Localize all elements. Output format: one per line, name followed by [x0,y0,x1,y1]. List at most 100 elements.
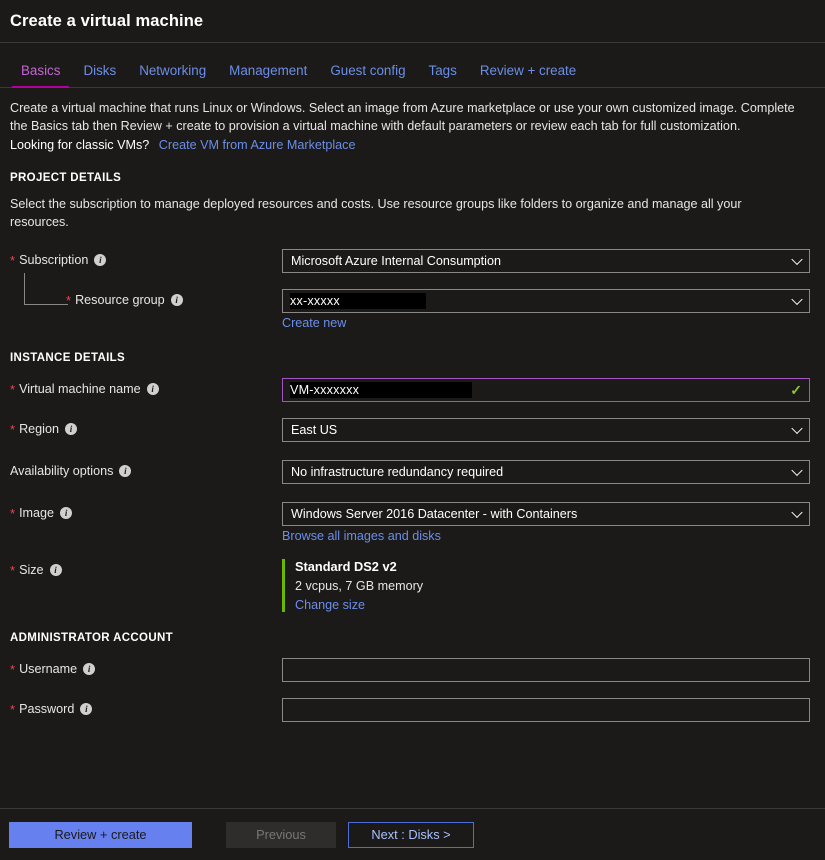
info-icon[interactable]: i [119,465,131,477]
image-field-cell: Windows Server 2016 Datacenter - with Co… [282,502,811,543]
next-disks-button[interactable]: Next : Disks > [348,822,474,848]
section-instance-details-title: INSTANCE DETAILS [10,352,811,364]
size-label-cell: * Size i [10,559,282,577]
availability-options-select[interactable]: No infrastructure redundancy required [282,460,810,484]
row-resource-group: * Resource group i xx-xxxxx Create new [10,289,811,330]
page-header: Create a virtual machine [0,0,825,43]
size-card: Standard DS2 v2 2 vcpus, 7 GB memory Cha… [282,559,811,612]
subscription-label-cell: * Subscription i [10,249,282,267]
info-icon[interactable]: i [80,703,92,715]
tab-networking[interactable]: Networking [130,64,215,87]
region-label-cell: * Region i [10,418,282,436]
resource-group-field-cell: xx-xxxxx Create new [282,289,811,330]
required-asterisk: * [10,564,15,577]
browse-images-row: Browse all images and disks [282,529,811,543]
browse-all-images-link[interactable]: Browse all images and disks [282,529,441,543]
info-icon[interactable]: i [94,254,106,266]
resource-group-label-cell: * Resource group i [10,289,282,307]
chevron-down-icon [791,254,802,265]
tab-basics[interactable]: Basics [12,64,69,87]
username-field-cell [282,658,811,682]
section-project-details-title: PROJECT DETAILS [10,172,811,184]
tab-review-create[interactable]: Review + create [471,64,585,87]
previous-button: Previous [226,822,336,848]
password-label: Password [19,702,74,716]
info-icon[interactable]: i [50,564,62,576]
row-vm-name: * Virtual machine name i VM-xxxxxxx ✓ [10,378,811,402]
row-size: * Size i Standard DS2 v2 2 vcpus, 7 GB m… [10,559,811,612]
required-asterisk: * [10,383,15,396]
resource-group-value: xx-xxxxx [290,293,426,309]
subscription-label: Subscription [19,253,88,267]
create-vm-marketplace-link[interactable]: Create VM from Azure Marketplace [159,138,356,152]
form-body: Create a virtual machine that runs Linux… [0,88,825,853]
chevron-down-icon [791,294,802,305]
image-value: Windows Server 2016 Datacenter - with Co… [291,507,577,521]
password-input[interactable] [282,698,810,722]
password-field-cell [282,698,811,722]
availability-options-label-cell: Availability options i [10,460,282,478]
tab-disks[interactable]: Disks [74,64,125,87]
region-label: Region [19,422,59,436]
create-new-link[interactable]: Create new [282,316,346,330]
vm-name-label: Virtual machine name [19,382,141,396]
change-size-link[interactable]: Change size [295,598,365,612]
row-subscription: * Subscription i Microsoft Azure Interna… [10,249,811,273]
page-title: Create a virtual machine [10,12,203,31]
required-asterisk: * [10,703,15,716]
info-icon[interactable]: i [83,663,95,675]
resource-group-select[interactable]: xx-xxxxx [282,289,810,313]
availability-options-label: Availability options [10,464,113,478]
intro-paragraph: Create a virtual machine that runs Linux… [10,100,800,135]
image-select[interactable]: Windows Server 2016 Datacenter - with Co… [282,502,810,526]
size-name: Standard DS2 v2 [295,559,811,574]
footer-button-bar: Review + create Previous Next : Disks > [0,808,825,860]
region-field-cell: East US [282,418,811,442]
tab-bar: Basics Disks Networking Management Guest… [0,43,825,88]
vm-name-label-cell: * Virtual machine name i [10,378,282,396]
size-field-cell: Standard DS2 v2 2 vcpus, 7 GB memory Cha… [282,559,811,612]
info-icon[interactable]: i [147,383,159,395]
region-select[interactable]: East US [282,418,810,442]
required-asterisk: * [10,507,15,520]
row-username: * Username i [10,658,811,682]
region-value: East US [291,423,337,437]
row-image: * Image i Windows Server 2016 Datacenter… [10,502,811,543]
resource-group-label: Resource group [75,293,165,307]
row-availability-options: Availability options i No infrastructure… [10,460,811,484]
required-asterisk: * [10,423,15,436]
subscription-field-cell: Microsoft Azure Internal Consumption [282,249,811,273]
subscription-select[interactable]: Microsoft Azure Internal Consumption [282,249,810,273]
password-label-cell: * Password i [10,698,282,716]
info-icon[interactable]: i [171,294,183,306]
intro-text: Create a virtual machine that runs Linux… [10,100,800,135]
classic-vm-row: Looking for classic VMs? Create VM from … [10,138,811,152]
required-asterisk: * [10,254,15,267]
size-label: Size [19,563,44,577]
image-label-cell: * Image i [10,502,282,520]
classic-vm-label: Looking for classic VMs? [10,138,149,152]
change-size-row: Change size [295,598,811,612]
row-password: * Password i [10,698,811,722]
username-input[interactable] [282,658,810,682]
valid-check-icon: ✓ [790,383,802,397]
row-region: * Region i East US [10,418,811,442]
section-administrator-account-title: ADMINISTRATOR ACCOUNT [10,632,811,644]
vm-name-field-cell: VM-xxxxxxx ✓ [282,378,811,402]
username-label: Username [19,662,77,676]
required-asterisk: * [10,663,15,676]
create-vm-page: Create a virtual machine Basics Disks Ne… [0,0,825,860]
review-create-button[interactable]: Review + create [9,822,192,848]
availability-options-value: No infrastructure redundancy required [291,465,503,479]
info-icon[interactable]: i [60,507,72,519]
info-icon[interactable]: i [65,423,77,435]
tab-guest-config[interactable]: Guest config [321,64,414,87]
tab-management[interactable]: Management [220,64,316,87]
subscription-value: Microsoft Azure Internal Consumption [291,254,501,268]
image-label: Image [19,506,54,520]
vm-name-value: VM-xxxxxxx [290,382,472,398]
vm-name-input[interactable]: VM-xxxxxxx ✓ [282,378,810,402]
tab-tags[interactable]: Tags [420,64,466,87]
section-project-details-desc: Select the subscription to manage deploy… [10,196,790,231]
required-asterisk: * [66,294,71,307]
